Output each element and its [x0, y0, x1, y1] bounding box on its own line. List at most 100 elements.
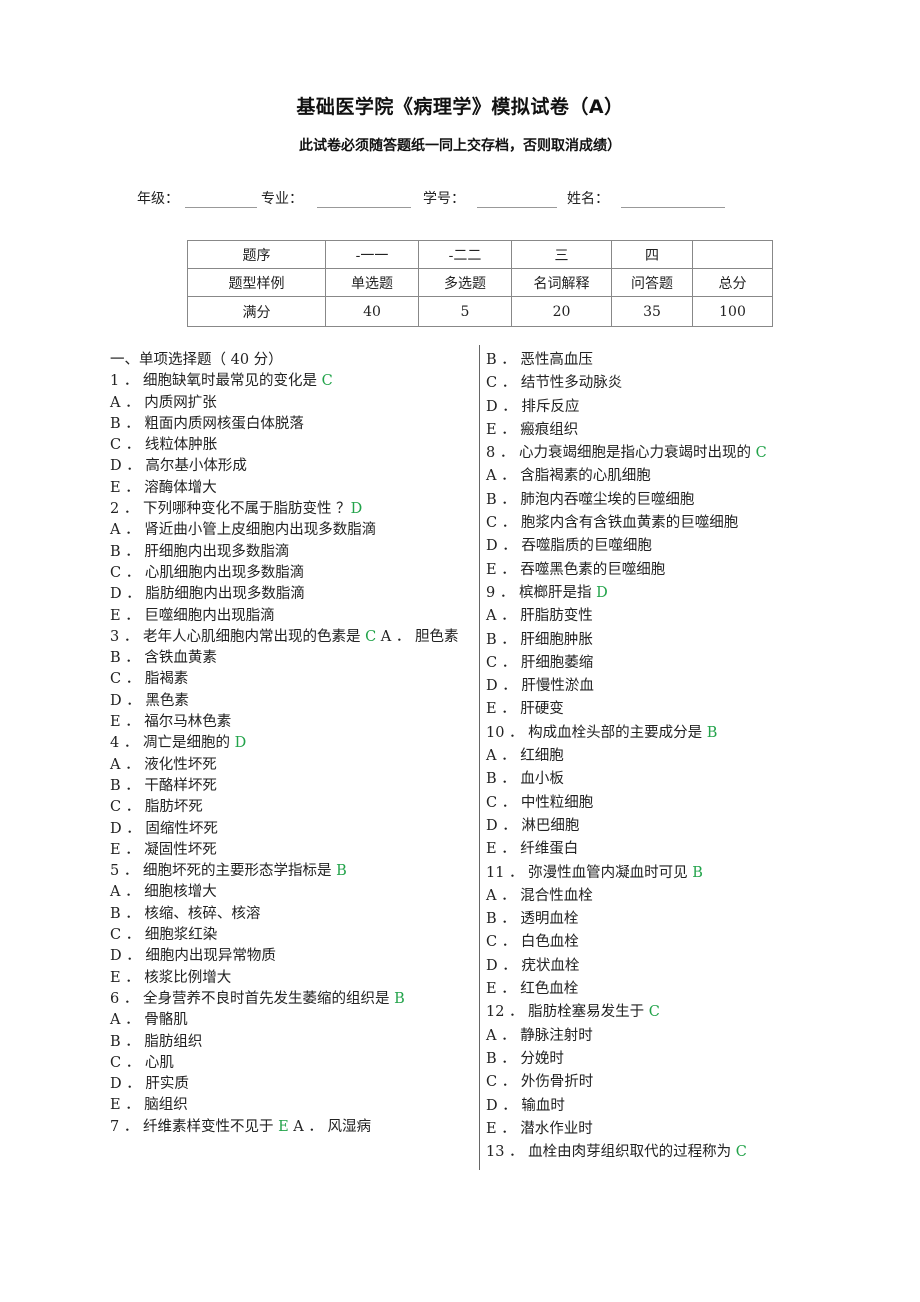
answer-key: B: [336, 863, 347, 880]
question-line: A ． 液化性坏死: [110, 755, 470, 776]
option-text: A ． 风湿病: [288, 1118, 371, 1135]
question-text: B ． 分娩时: [486, 1050, 564, 1067]
question-text: C ． 心肌细胞内出现多数脂滴: [110, 564, 305, 581]
answer-key: D: [350, 501, 363, 518]
question-text: 11 ． 弥漫性血管内凝血时可见: [486, 864, 693, 881]
answer-key: C: [321, 373, 333, 390]
question-line: B ． 肝细胞内出现多数脂滴: [110, 542, 470, 563]
question-line: B ． 血小板: [486, 768, 816, 791]
student-id-field[interactable]: [477, 193, 557, 208]
question-line: D ． 黑色素: [110, 691, 470, 712]
question-line: 2 ． 下列哪种变化不属于脂肪变性 ？D: [110, 499, 470, 520]
name-field[interactable]: [621, 193, 725, 208]
major-field[interactable]: [317, 193, 411, 208]
question-text: A ． 肾近曲小管上皮细胞内出现多数脂滴: [110, 522, 377, 539]
answer-key: B: [394, 990, 405, 1007]
question-text: E ． 瘢痕组织: [486, 421, 579, 438]
answer-key: C: [735, 1144, 747, 1161]
answer-key: B: [692, 864, 703, 881]
question-text: E ． 核浆比例增大: [110, 969, 232, 986]
question-text: A ． 内质网扩张: [110, 394, 217, 411]
question-line: 6 ． 全身营养不良时首先发生萎缩的组织是 B: [110, 989, 470, 1010]
grade-field[interactable]: [185, 193, 257, 208]
question-line: C ． 线粒体肿胀: [110, 435, 470, 456]
question-text: B ． 干酪样坏死: [110, 777, 217, 794]
score-table-cell: 三: [511, 240, 612, 269]
question-line: D ． 固缩性坏死: [110, 819, 470, 840]
question-text: 10 ． 构成血栓头部的主要成分是: [486, 724, 707, 741]
question-text: C ． 肝细胞萎缩: [486, 654, 594, 671]
question-line: C ． 脂肪坏死: [110, 797, 470, 818]
question-line: E ． 潜水作业时: [486, 1118, 816, 1141]
score-table-cell: 40: [325, 296, 419, 327]
question-text: C ． 结节性多动脉炎: [486, 375, 623, 392]
question-text: D ． 脂肪细胞内出现多数脂滴: [110, 586, 305, 603]
question-line: A ． 含脂褐素的心肌细胞: [486, 465, 816, 488]
score-table-cell: 单选题: [325, 268, 419, 297]
question-text: C ． 外伤骨折时: [486, 1074, 594, 1091]
question-line: D ． 吞噬脂质的巨噬细胞: [486, 535, 816, 558]
question-line: D ． 淋巴细胞: [486, 815, 816, 838]
question-line: C ． 结节性多动脉炎: [486, 372, 816, 395]
question-line: 11 ． 弥漫性血管内凝血时可见 B: [486, 862, 816, 885]
question-line: B ． 肺泡内吞噬尘埃的巨噬细胞: [486, 489, 816, 512]
question-text: C ． 脂肪坏死: [110, 799, 203, 816]
grade-label: 年级：: [137, 191, 179, 207]
question-text: 一、单项选择题（ 40 分）: [110, 352, 283, 368]
score-table-cell: 总分: [692, 268, 773, 297]
question-text: B ． 核缩、核碎、核溶: [110, 905, 261, 922]
question-text: C ． 胞浆内含有含铁血黄素的巨噬细胞: [486, 515, 739, 532]
answer-key: C: [755, 445, 767, 462]
answer-key: C: [648, 1004, 660, 1021]
score-table-cell: 题序: [187, 240, 326, 269]
question-text: A ． 静脉注射时: [486, 1027, 593, 1044]
score-table-cell: 35: [611, 296, 693, 327]
question-text: E ． 溶酶体增大: [110, 479, 217, 496]
question-line: D ． 细胞内出现异常物质: [110, 946, 470, 967]
question-text: D ． 输血时: [486, 1097, 565, 1114]
score-table-cell: 满分: [187, 296, 326, 327]
question-text: B ． 肝细胞肿胀: [486, 631, 593, 648]
question-line: B ． 透明血栓: [486, 908, 816, 931]
question-text: 2 ． 下列哪种变化不属于脂肪变性 ？: [110, 501, 351, 518]
question-text: D ． 吞噬脂质的巨噬细胞: [486, 538, 652, 555]
exam-subtitle: 此试卷必须随答题纸一同上交存档，否则取消成绩）: [299, 138, 621, 154]
question-text: D ． 细胞内出现异常物质: [110, 948, 276, 965]
left-question-column: 一、单项选择题（ 40 分） 1 ． 细胞缺氧时最常见的变化是 C A ． 内质网扩…: [110, 350, 470, 1138]
question-text: A ． 细胞核增大: [110, 884, 217, 901]
question-text: B ． 粗面内质网核蛋白体脱落: [110, 415, 304, 432]
question-line: E ． 瘢痕组织: [486, 419, 816, 442]
question-text: 8 ． 心力衰竭细胞是指心力衰竭时出现的: [486, 445, 756, 462]
question-line: C ． 白色血栓: [486, 931, 816, 954]
question-text: B ． 肝细胞内出现多数脂滴: [110, 543, 290, 560]
question-text: E ． 脑组织: [110, 1097, 188, 1114]
question-text: A ． 混合性血栓: [486, 887, 593, 904]
question-text: B ． 脂肪组织: [110, 1033, 203, 1050]
question-text: A ． 肝脂肪变性: [486, 608, 593, 625]
question-line: A ． 骨骼肌: [110, 1010, 470, 1031]
question-line: 4 ． 凋亡是细胞的 D: [110, 733, 470, 754]
question-line: A ． 红细胞: [486, 745, 816, 768]
question-text: D ． 黑色素: [110, 692, 189, 709]
question-text: B ． 含铁血黄素: [110, 650, 217, 667]
question-line: 1 ． 细胞缺氧时最常见的变化是 C: [110, 371, 470, 392]
question-text: C ． 中性粒细胞: [486, 794, 594, 811]
question-line: C ． 脂褐素: [110, 669, 470, 690]
question-line: A ． 细胞核增大: [110, 882, 470, 903]
question-text: B ． 透明血栓: [486, 911, 579, 928]
question-text: D ． 肝实质: [110, 1076, 189, 1093]
question-text: D ． 排斥反应: [486, 398, 580, 415]
score-table-cell: 题型样例: [187, 268, 326, 297]
question-text: C ． 细胞浆红染: [110, 927, 218, 944]
score-table-cell: 100: [692, 296, 773, 327]
question-line: D ． 肝实质: [110, 1074, 470, 1095]
question-line: 10 ． 构成血栓头部的主要成分是 B: [486, 722, 816, 745]
score-table-row: 题型样例 单选题 多选题 名词解释 问答题 总分: [187, 268, 773, 297]
question-text: A ． 含脂褐素的心肌细胞: [486, 468, 651, 485]
score-table-cell: [692, 240, 773, 269]
question-line: 7 ． 纤维素样变性不见于 E A ． 风湿病: [110, 1117, 470, 1138]
question-text: E ． 福尔马林色素: [110, 714, 232, 731]
score-table: 题序 -一一 -二二三四题型样例 单选题 多选题 名词解释 问答题 总分 满分 40 5 20 35 10…: [187, 240, 773, 327]
score-table-cell: -二二: [418, 240, 512, 269]
score-table-row: 题序 -一一 -二二三四: [187, 240, 773, 269]
